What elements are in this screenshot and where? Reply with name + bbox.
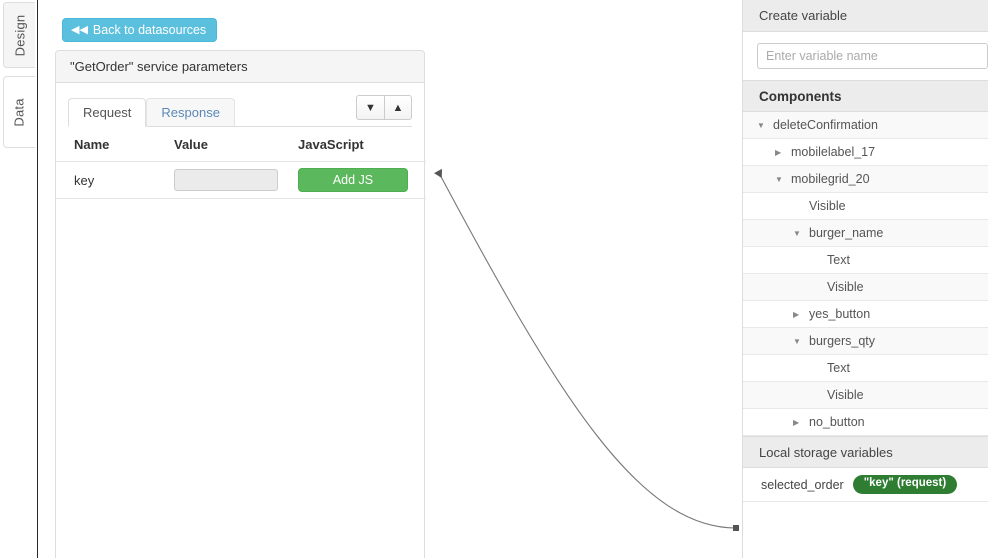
sidebar-tab-data-label: Data	[11, 97, 27, 127]
tree-item-text[interactable]: ▶ Text	[743, 355, 988, 382]
sort-button-group: ▼ ▲	[356, 95, 412, 120]
tree-item-label: no_button	[809, 415, 865, 429]
fast-backward-icon: ◀◀	[71, 23, 88, 36]
app-root: Design Data ◀◀ Back to datasources "GetO…	[0, 0, 988, 558]
tree-item-label: mobilegrid_20	[791, 172, 870, 186]
components-tree: ▼ deleteConfirmation ▶ mobilelabel_17 ▼ mobil…	[743, 112, 988, 436]
caret-expanded-icon[interactable]: ▼	[793, 337, 805, 346]
caret-spacer-icon: ▶	[793, 202, 805, 211]
chevron-down-icon[interactable]: ▼	[356, 95, 384, 120]
tree-item-label: burger_name	[809, 226, 884, 240]
service-parameters-card: "GetOrder" service parameters Request Re…	[55, 50, 426, 558]
back-to-datasources-button[interactable]: ◀◀ Back to datasources	[62, 18, 218, 42]
tree-item-burger_name[interactable]: ▼ burger_name	[743, 220, 988, 247]
card-body: Request Response ▼ ▲ Name Value JavaScri…	[56, 93, 426, 199]
tree-item-text[interactable]: ▶ Text	[743, 247, 988, 274]
caret-spacer-icon: ▶	[811, 283, 823, 292]
tab-request[interactable]: Request	[68, 98, 147, 127]
tree-item-visible[interactable]: ▶ Visible	[743, 382, 988, 409]
tab-response-label: Response	[161, 105, 220, 120]
tree-item-label: mobilelabel_17	[791, 145, 876, 159]
tab-response[interactable]: Response	[146, 98, 235, 127]
caret-expanded-icon[interactable]: ▼	[775, 175, 787, 184]
sidebar-tab-design-label: Design	[12, 14, 28, 56]
list-item[interactable]: selected_order "key" (request)	[743, 468, 988, 502]
sidebar-tab-data[interactable]: Data	[3, 76, 35, 148]
create-variable-input-wrap	[743, 32, 988, 80]
param-value-cell	[174, 161, 298, 199]
param-js-cell: Add JS	[298, 161, 426, 199]
main-content: ◀◀ Back to datasources "GetOrder" servic…	[38, 0, 742, 558]
tree-item-label: Text	[827, 361, 850, 375]
chevron-up-icon[interactable]: ▲	[384, 95, 412, 120]
caret-spacer-icon: ▶	[811, 391, 823, 400]
caret-spacer-icon: ▶	[811, 256, 823, 265]
column-header-javascript: JavaScript	[298, 127, 426, 162]
tree-item-label: Visible	[827, 388, 864, 402]
caret-collapsed-icon[interactable]: ▶	[793, 418, 805, 427]
tree-item-yes_button[interactable]: ▶ yes_button	[743, 301, 988, 328]
caret-expanded-icon[interactable]: ▼	[757, 121, 769, 130]
tree-item-label: Visible	[809, 199, 846, 213]
tree-item-label: Visible	[827, 280, 864, 294]
param-name-cell: key	[56, 161, 174, 199]
caret-spacer-icon: ▶	[811, 364, 823, 373]
param-value-input[interactable]	[174, 169, 278, 191]
column-header-name: Name	[56, 127, 174, 162]
tree-item-burgers_qty[interactable]: ▼ burgers_qty	[743, 328, 988, 355]
tree-item-label: burgers_qty	[809, 334, 876, 348]
add-js-button[interactable]: Add JS	[298, 168, 408, 192]
column-header-value: Value	[174, 127, 298, 162]
right-panel: Create variable Components ▼ deleteConfir…	[742, 0, 988, 558]
tree-item-mobilegrid_20[interactable]: ▼ mobilegrid_20	[743, 166, 988, 193]
caret-collapsed-icon[interactable]: ▶	[793, 310, 805, 319]
components-header: Components	[743, 80, 988, 112]
tree-item-label: deleteConfirmation	[773, 118, 878, 132]
tab-request-label: Request	[83, 105, 132, 120]
status-badge: "key" (request)	[852, 475, 958, 494]
parameters-table: Name Value JavaScript key Add JS	[56, 127, 426, 199]
card-title: "GetOrder" service parameters	[56, 51, 424, 83]
sidebar-tab-design[interactable]: Design	[3, 2, 35, 68]
tree-item-deleteconfirmation[interactable]: ▼ deleteConfirmation	[743, 112, 988, 139]
local-storage-header: Local storage variables	[743, 436, 988, 468]
create-variable-header: Create variable	[743, 0, 988, 32]
variable-name-input[interactable]	[757, 43, 988, 69]
left-tab-rail: Design Data	[0, 0, 38, 558]
local-storage-variable-name: selected_order	[761, 477, 844, 492]
request-response-tabs: Request Response ▼ ▲	[68, 93, 412, 127]
tree-item-visible[interactable]: ▶ Visible	[743, 274, 988, 301]
caret-expanded-icon[interactable]: ▼	[793, 229, 805, 238]
tree-item-label: Text	[827, 253, 850, 267]
tree-item-no_button[interactable]: ▶ no_button	[743, 409, 988, 436]
tree-item-label: yes_button	[809, 307, 871, 321]
caret-collapsed-icon[interactable]: ▶	[775, 148, 787, 157]
tree-item-mobilelabel_17[interactable]: ▶ mobilelabel_17	[743, 139, 988, 166]
table-header-row: Name Value JavaScript	[56, 127, 426, 162]
back-to-datasources-label: Back to datasources	[92, 22, 207, 37]
tree-item-visible[interactable]: ▶ Visible	[743, 193, 988, 220]
table-row: key Add JS	[56, 161, 426, 199]
